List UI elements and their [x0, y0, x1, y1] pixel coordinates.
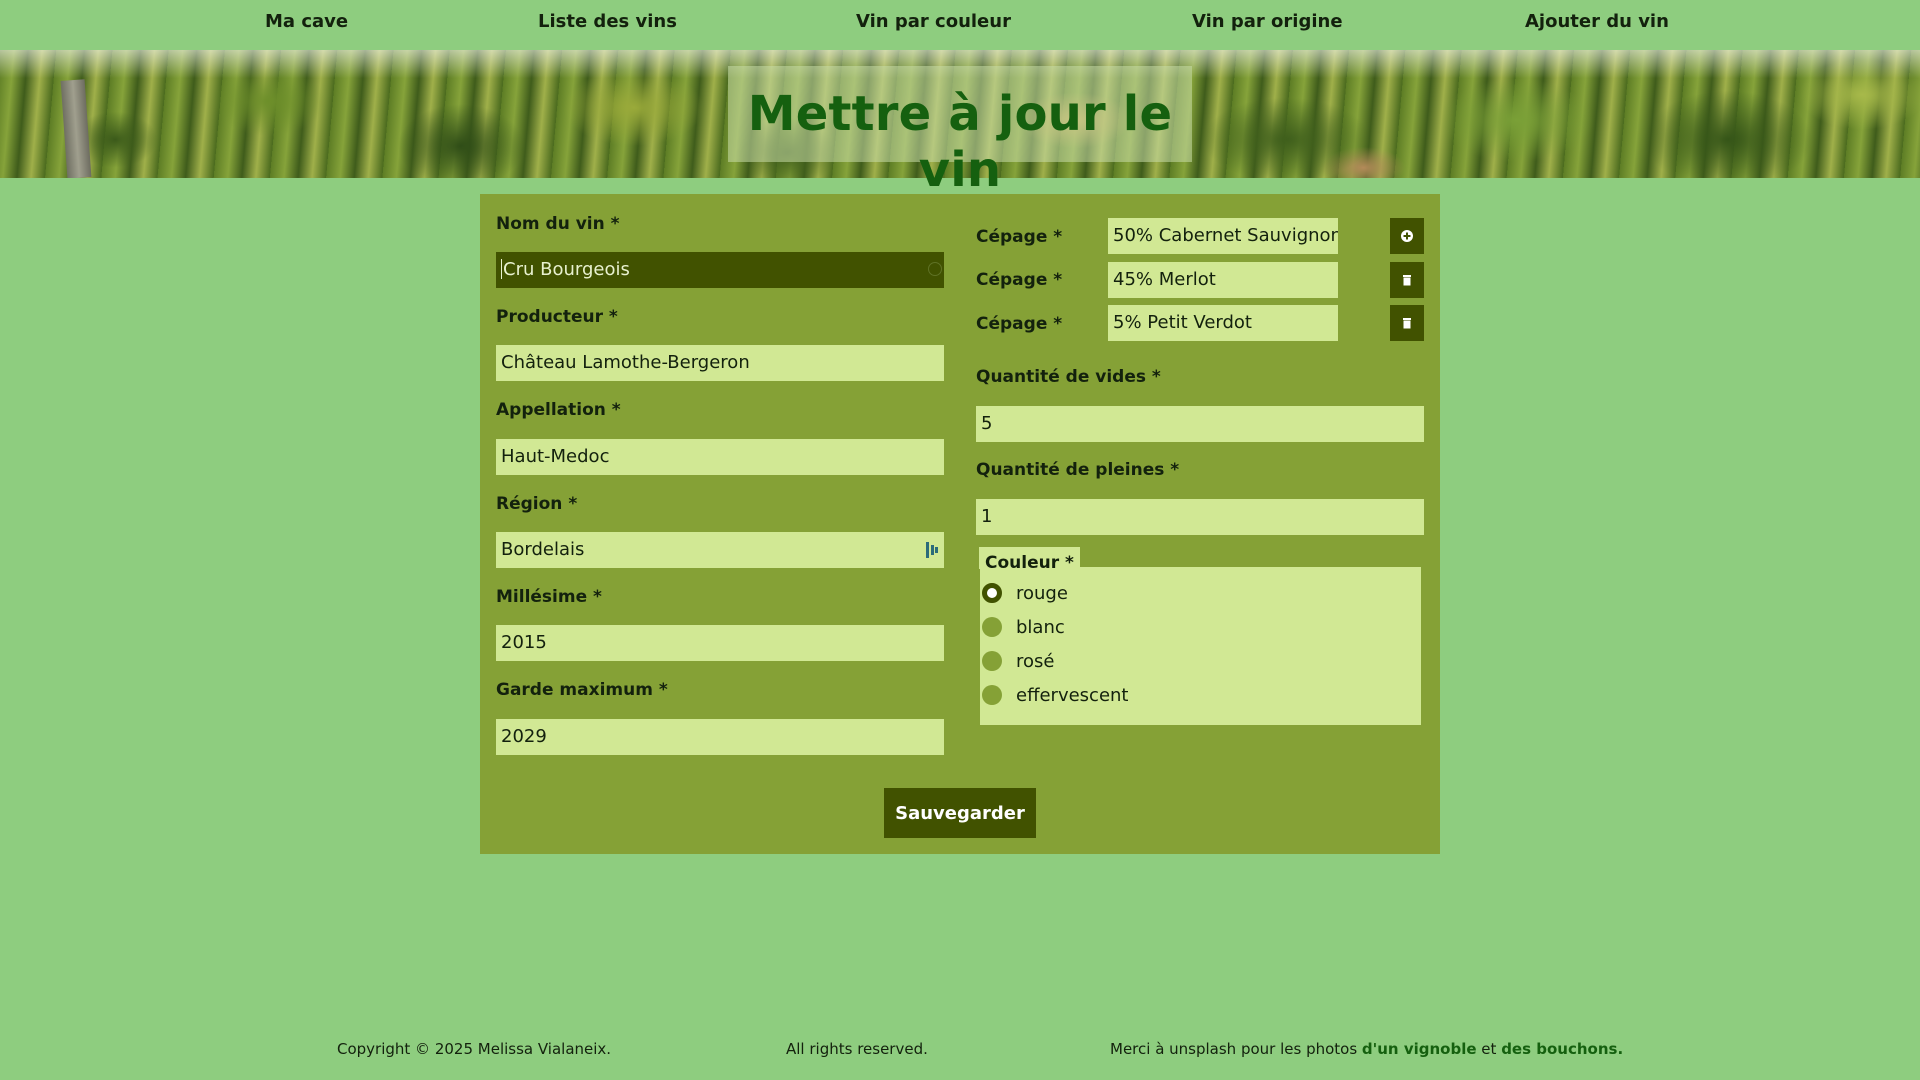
garde-maximum-label: Garde maximum * [496, 680, 668, 700]
plus-circle-icon [1401, 230, 1413, 242]
region-input[interactable]: Bordelais [496, 532, 944, 568]
radio-button[interactable] [982, 617, 1002, 637]
radio-button[interactable] [982, 651, 1002, 671]
region-label: Région * [496, 494, 578, 514]
add-cepage-button[interactable] [1390, 218, 1424, 254]
radio-blanc[interactable]: blanc [982, 615, 1065, 639]
couleur-legend: Couleur * [979, 547, 1080, 573]
quantite-pleines-label: Quantité de pleines * [976, 460, 1180, 480]
appellation-label: Appellation * [496, 400, 621, 420]
producteur-input[interactable]: Château Lamothe-Bergeron [496, 345, 944, 381]
nom-du-vin-value: Cru Bourgeois [503, 259, 630, 280]
footer-copyright: Copyright © 2025 Melissa Vialaneix. [337, 1040, 612, 1058]
radio-label: blanc [1016, 616, 1065, 638]
region-value: Bordelais [501, 539, 585, 560]
nav-ajouter-du-vin[interactable]: Ajouter du vin [1525, 11, 1669, 32]
cepage-input[interactable]: 50% Cabernet Sauvignon [1108, 218, 1338, 254]
millesime-input[interactable]: 2015 [496, 625, 944, 661]
producteur-label: Producteur * [496, 307, 618, 327]
vineyard-post [60, 79, 92, 178]
clear-icon[interactable] [928, 262, 942, 276]
credits-prefix: Merci à unsplash pour les photos [1110, 1040, 1362, 1058]
quantite-vides-label: Quantité de vides * [976, 367, 1161, 387]
nav-ma-cave[interactable]: Ma cave [265, 11, 348, 32]
cepage-label: Cépage * [976, 270, 1063, 290]
radio-label: effervescent [1016, 684, 1129, 706]
nav-vin-par-couleur[interactable]: Vin par couleur [856, 11, 1011, 32]
text-caret [501, 258, 502, 279]
top-navigation: Ma cave Liste des vins Vin par couleur V… [0, 0, 1920, 50]
save-button[interactable]: Sauvegarder [884, 788, 1036, 838]
radio-rouge[interactable]: rouge [982, 581, 1068, 605]
cepage-label: Cépage * [976, 227, 1063, 247]
delete-cepage-button[interactable] [1390, 262, 1424, 298]
quantite-vides-input[interactable]: 5 [976, 406, 1424, 442]
nav-vin-par-origine[interactable]: Vin par origine [1192, 11, 1343, 32]
garde-maximum-input[interactable]: 2029 [496, 719, 944, 755]
nav-liste-des-vins[interactable]: Liste des vins [538, 11, 677, 32]
trash-icon [1403, 275, 1411, 286]
footer-rights: All rights reserved. [786, 1040, 928, 1058]
cepage-input[interactable]: 45% Merlot [1108, 262, 1338, 298]
page-title: Mettre à jour le vin [747, 86, 1173, 198]
credits-link-bouchons[interactable]: des bouchons. [1501, 1040, 1623, 1058]
appellation-input[interactable]: Haut-Medoc [496, 439, 944, 475]
nom-du-vin-input[interactable]: Cru Bourgeois [496, 252, 944, 288]
credits-middle: et [1476, 1040, 1502, 1058]
radio-effervescent[interactable]: effervescent [982, 683, 1129, 707]
radio-button[interactable] [982, 583, 1002, 603]
quantite-pleines-input[interactable]: 1 [976, 499, 1424, 535]
footer-credits: Merci à unsplash pour les photos d'un vi… [1110, 1040, 1623, 1058]
radio-button[interactable] [982, 685, 1002, 705]
radio-label: rouge [1016, 582, 1068, 604]
millesime-label: Millésime * [496, 587, 602, 607]
delete-cepage-button[interactable] [1390, 305, 1424, 341]
credits-link-vignoble[interactable]: d'un vignoble [1362, 1040, 1477, 1058]
radio-label: rosé [1016, 650, 1055, 672]
nom-du-vin-label: Nom du vin * [496, 214, 620, 234]
datalist-icon[interactable] [926, 542, 938, 558]
trash-icon [1403, 318, 1411, 329]
update-wine-form: Nom du vin * Cru Bourgeois Producteur * … [480, 194, 1440, 854]
radio-rose[interactable]: rosé [982, 649, 1054, 673]
cepage-label: Cépage * [976, 314, 1063, 334]
cepage-input[interactable]: 5% Petit Verdot [1108, 305, 1338, 341]
